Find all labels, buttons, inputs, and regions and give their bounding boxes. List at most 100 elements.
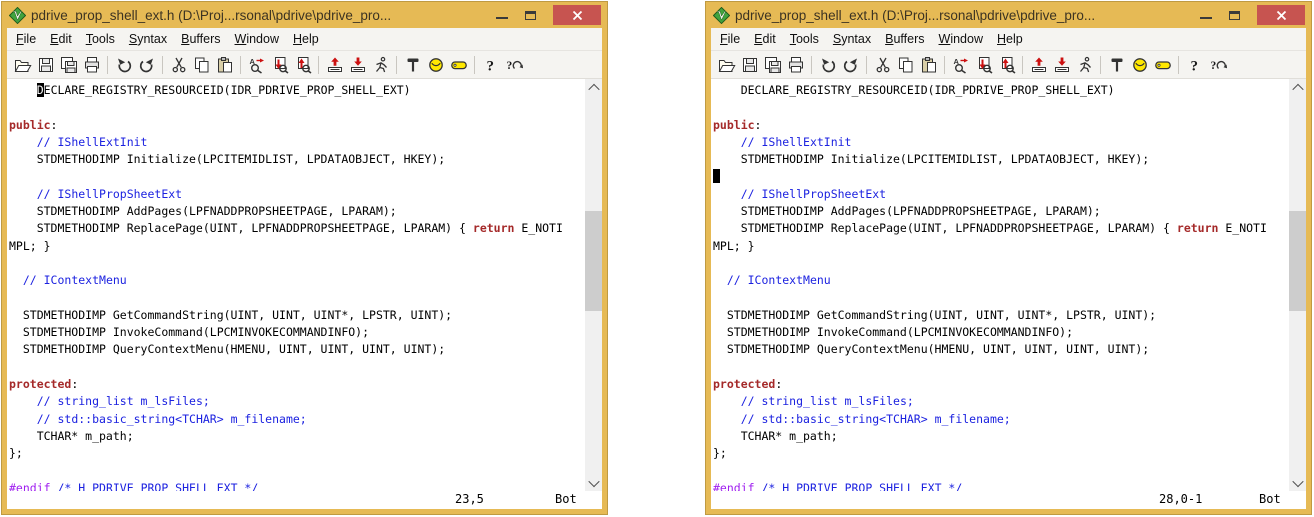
copy-icon[interactable] xyxy=(190,53,213,76)
session-save-icon[interactable] xyxy=(346,53,369,76)
menu-syntax[interactable]: Syntax xyxy=(122,30,174,48)
paste-icon[interactable] xyxy=(917,53,940,76)
scroll-down-icon[interactable] xyxy=(585,474,602,491)
menu-bar: FileEditToolsSyntaxBuffersWindowHelp xyxy=(711,28,1306,50)
jump-tag-icon[interactable] xyxy=(1151,53,1174,76)
code-line: #endif /* H_PDRIVE_PROP_SHELL_EXT */ xyxy=(713,480,1289,491)
save-all-icon[interactable] xyxy=(761,53,784,76)
code-area[interactable]: DECLARE_REGISTRY_RESOURCEID(IDR_PDRIVE_P… xyxy=(7,79,585,491)
scrollbar-thumb[interactable] xyxy=(585,211,602,311)
cut-icon[interactable] xyxy=(167,53,190,76)
code-line xyxy=(713,99,1289,116)
code-line xyxy=(9,168,585,185)
maximize-icon xyxy=(525,11,536,20)
maximize-button[interactable] xyxy=(1220,5,1249,25)
toolbar: A?? xyxy=(7,50,602,78)
session-save-icon[interactable] xyxy=(1050,53,1073,76)
session-load-icon[interactable] xyxy=(1027,53,1050,76)
title-bar[interactable]: pdrive_prop_shell_ext.h (D:\Proj...rsona… xyxy=(2,2,607,28)
vim-logo-icon xyxy=(9,7,26,24)
minimize-button[interactable] xyxy=(1191,5,1220,25)
menu-edit[interactable]: Edit xyxy=(43,30,79,48)
find-replace-icon[interactable]: A xyxy=(949,53,972,76)
scroll-up-icon[interactable] xyxy=(585,79,602,96)
paste-icon[interactable] xyxy=(213,53,236,76)
find-prev-icon[interactable] xyxy=(291,53,314,76)
open-icon[interactable] xyxy=(11,53,34,76)
menu-buffers[interactable]: Buffers xyxy=(878,30,931,48)
make-icon[interactable] xyxy=(1105,53,1128,76)
print-icon[interactable] xyxy=(80,53,103,76)
save-all-icon[interactable] xyxy=(57,53,80,76)
help-find-icon[interactable]: ? xyxy=(502,53,525,76)
save-icon[interactable] xyxy=(738,53,761,76)
save-icon[interactable] xyxy=(34,53,57,76)
find-next-icon[interactable] xyxy=(268,53,291,76)
toolbar-separator xyxy=(811,56,812,74)
help-icon[interactable]: ? xyxy=(479,53,502,76)
menu-file[interactable]: File xyxy=(713,30,747,48)
menu-tools[interactable]: Tools xyxy=(783,30,826,48)
code-line: }; xyxy=(713,445,1289,462)
menu-help[interactable]: Help xyxy=(286,30,326,48)
text-cursor: D xyxy=(37,83,44,97)
code-line: STDMETHODIMP QueryContextMenu(HMENU, UIN… xyxy=(9,341,585,358)
code-line: STDMETHODIMP GetCommandString(UINT, UINT… xyxy=(713,307,1289,324)
find-replace-icon[interactable]: A xyxy=(245,53,268,76)
print-icon[interactable] xyxy=(784,53,807,76)
code-line: public: xyxy=(9,117,585,134)
jump-tag-icon[interactable] xyxy=(447,53,470,76)
code-line: // IShellPropSheetExt xyxy=(9,186,585,203)
menu-tools[interactable]: Tools xyxy=(79,30,122,48)
menu-window[interactable]: Window xyxy=(228,30,286,48)
code-line: }; xyxy=(9,445,585,462)
scroll-up-icon[interactable] xyxy=(1289,79,1306,96)
copy-icon[interactable] xyxy=(894,53,917,76)
undo-icon[interactable] xyxy=(112,53,135,76)
redo-icon[interactable] xyxy=(839,53,862,76)
cut-icon[interactable] xyxy=(871,53,894,76)
scrollbar[interactable] xyxy=(585,79,602,491)
find-next-icon[interactable] xyxy=(972,53,995,76)
code-line: // std::basic_string<TCHAR> m_filename; xyxy=(9,411,585,428)
status-bar: 28,0-1 Bot xyxy=(711,491,1306,509)
menu-window[interactable]: Window xyxy=(932,30,990,48)
open-icon[interactable] xyxy=(715,53,738,76)
svg-text:?: ? xyxy=(1210,60,1216,72)
build-tags-icon[interactable] xyxy=(424,53,447,76)
session-load-icon[interactable] xyxy=(323,53,346,76)
code-line xyxy=(9,359,585,376)
build-tags-icon[interactable] xyxy=(1128,53,1151,76)
undo-icon[interactable] xyxy=(816,53,839,76)
text-editor[interactable]: DECLARE_REGISTRY_RESOURCEID(IDR_PDRIVE_P… xyxy=(7,78,602,491)
close-button[interactable] xyxy=(1257,5,1305,25)
minimize-button[interactable] xyxy=(487,5,516,25)
code-line xyxy=(713,255,1289,272)
status-ruler: 23,5 xyxy=(455,492,484,506)
menu-syntax[interactable]: Syntax xyxy=(826,30,878,48)
help-find-icon[interactable]: ? xyxy=(1206,53,1229,76)
find-prev-icon[interactable] xyxy=(995,53,1018,76)
code-line: // IShellExtInit xyxy=(9,134,585,151)
help-icon[interactable]: ? xyxy=(1183,53,1206,76)
code-line: protected: xyxy=(9,376,585,393)
title-bar[interactable]: pdrive_prop_shell_ext.h (D:\Proj...rsona… xyxy=(706,2,1311,28)
run-script-icon[interactable] xyxy=(1073,53,1096,76)
toolbar-separator xyxy=(1178,56,1179,74)
menu-file[interactable]: File xyxy=(9,30,43,48)
code-line: // string_list m_lsFiles; xyxy=(713,393,1289,410)
scrollbar-thumb[interactable] xyxy=(1289,211,1306,311)
menu-edit[interactable]: Edit xyxy=(747,30,783,48)
menu-buffers[interactable]: Buffers xyxy=(174,30,227,48)
redo-icon[interactable] xyxy=(135,53,158,76)
code-area[interactable]: DECLARE_REGISTRY_RESOURCEID(IDR_PDRIVE_P… xyxy=(711,79,1289,491)
text-editor[interactable]: DECLARE_REGISTRY_RESOURCEID(IDR_PDRIVE_P… xyxy=(711,78,1306,491)
scrollbar[interactable] xyxy=(1289,79,1306,491)
scroll-down-icon[interactable] xyxy=(1289,474,1306,491)
maximize-button[interactable] xyxy=(516,5,545,25)
run-script-icon[interactable] xyxy=(369,53,392,76)
make-icon[interactable] xyxy=(401,53,424,76)
gvim-window-2: pdrive_prop_shell_ext.h (D:\Proj...rsona… xyxy=(705,1,1312,515)
menu-help[interactable]: Help xyxy=(990,30,1030,48)
close-button[interactable] xyxy=(553,5,601,25)
